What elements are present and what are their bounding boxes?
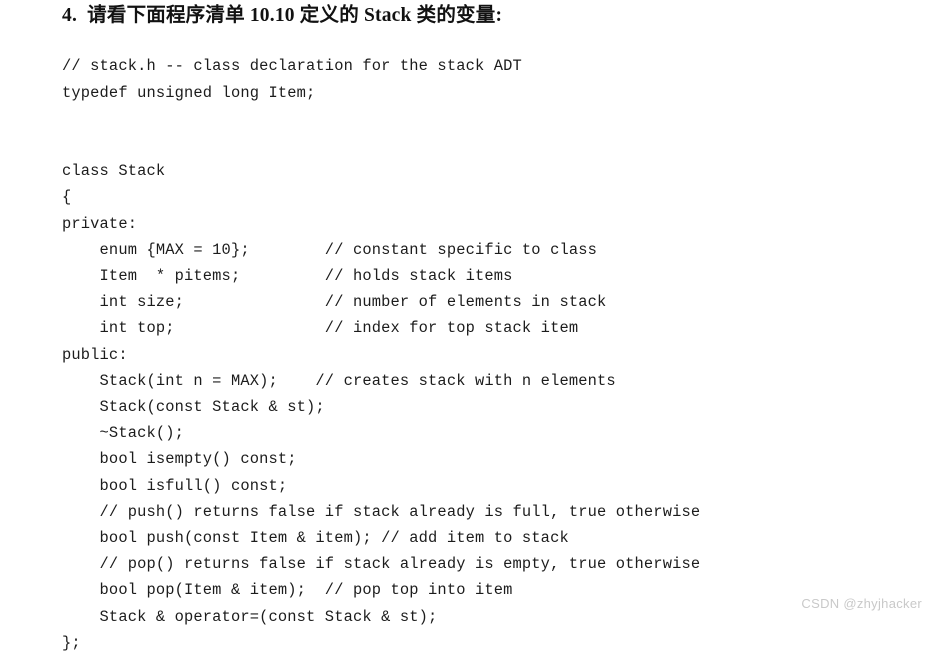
code-line: Stack(int n = MAX); // creates stack wit…	[62, 371, 616, 390]
code-line: public:	[62, 345, 128, 364]
code-line: Stack(const Stack & st);	[62, 398, 325, 417]
code-line: typedef unsigned long Item;	[62, 83, 316, 102]
code-line: {	[62, 188, 72, 207]
csdn-watermark: CSDN @zhyjhacker	[801, 596, 922, 611]
code-line: bool push(const Item & item); // add ite…	[62, 529, 569, 548]
code-line: int top; // index for top stack item	[62, 319, 579, 338]
code-line: // pop() returns false if stack already …	[62, 555, 701, 574]
document-page: 4. 请看下面程序清单 10.10 定义的 Stack 类的变量: // sta…	[0, 0, 940, 652]
code-line: bool isempty() const;	[62, 450, 297, 469]
code-line: class Stack	[62, 162, 166, 181]
code-line: // stack.h -- class declaration for the …	[62, 57, 522, 76]
code-line: };	[62, 633, 81, 652]
code-line: Stack & operator=(const Stack & st);	[62, 607, 438, 626]
code-line: private:	[62, 214, 138, 233]
code-line: // push() returns false if stack already…	[62, 502, 701, 521]
code-line: bool pop(Item & item); // pop top into i…	[62, 581, 513, 600]
code-line: Item * pitems; // holds stack items	[62, 267, 513, 286]
code-line: int size; // number of elements in stack	[62, 293, 607, 312]
code-line: ~Stack();	[62, 424, 185, 443]
question-heading: 4. 请看下面程序清单 10.10 定义的 Stack 类的变量:	[62, 5, 503, 26]
code-line: bool isfull() const;	[62, 476, 288, 495]
code-listing: // stack.h -- class declaration for the …	[62, 53, 700, 656]
code-line: enum {MAX = 10}; // constant specific to…	[62, 240, 597, 259]
